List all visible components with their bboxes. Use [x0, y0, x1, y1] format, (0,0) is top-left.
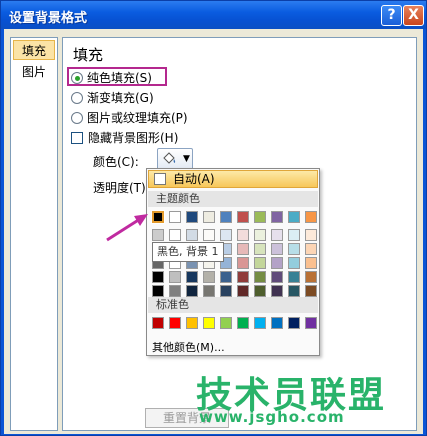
standard-color-swatch[interactable]: [271, 317, 283, 329]
standard-color-swatch[interactable]: [237, 317, 249, 329]
theme-shade-swatch[interactable]: [220, 271, 232, 283]
theme-color-swatch[interactable]: [305, 211, 317, 223]
theme-color-swatch[interactable]: [151, 210, 165, 224]
theme-shade-swatch[interactable]: [203, 229, 215, 241]
standard-color-swatch[interactable]: [186, 317, 198, 329]
solid-fill-label: 纯色填充(S): [87, 71, 152, 85]
auto-color-item[interactable]: 自动(A): [148, 170, 318, 188]
theme-shade-swatch[interactable]: [305, 257, 317, 269]
theme-color-swatch[interactable]: [288, 211, 300, 223]
theme-colors-header: 主题颜色: [148, 191, 318, 207]
nav-item-fill[interactable]: 填充: [13, 40, 55, 60]
auto-color-swatch: [154, 173, 166, 185]
theme-shade-swatch[interactable]: [186, 285, 198, 297]
theme-shade-swatch[interactable]: [169, 271, 181, 283]
theme-shade-swatch[interactable]: [254, 271, 266, 283]
radio-icon: [71, 112, 83, 124]
theme-shade-swatch[interactable]: [237, 229, 249, 241]
theme-color-swatch[interactable]: [220, 211, 232, 223]
theme-shade-swatch[interactable]: [152, 229, 164, 241]
theme-shade-swatch[interactable]: [305, 285, 317, 297]
theme-shade-swatch[interactable]: [254, 229, 266, 241]
title-bar[interactable]: 设置背景格式 ? X: [1, 1, 426, 29]
theme-shade-swatch[interactable]: [186, 271, 198, 283]
theme-color-swatch[interactable]: [271, 211, 283, 223]
theme-shade-swatch[interactable]: [288, 285, 300, 297]
standard-color-swatch[interactable]: [254, 317, 266, 329]
swatch-tooltip: 黑色, 背景 1: [152, 242, 224, 262]
hide-background-checkbox[interactable]: 隐藏背景图形(H): [71, 129, 178, 147]
dialog-title: 设置背景格式: [9, 11, 88, 26]
theme-shade-swatch[interactable]: [169, 285, 181, 297]
pointer-arrow-icon: [106, 214, 148, 242]
theme-shade-swatch[interactable]: [288, 257, 300, 269]
nav-item-picture[interactable]: 图片: [13, 62, 55, 82]
theme-shade-swatch[interactable]: [271, 285, 283, 297]
radio-selected-icon: [71, 72, 83, 84]
color-picker-button[interactable]: ▼: [157, 148, 193, 170]
watermark-url: www.jsgho.com: [199, 408, 345, 426]
solid-fill-radio[interactable]: 纯色填充(S): [71, 69, 152, 87]
color-label: 颜色(C):: [93, 155, 139, 169]
theme-shade-swatch[interactable]: [220, 285, 232, 297]
theme-shade-swatch[interactable]: [152, 271, 164, 283]
theme-shade-swatch[interactable]: [237, 271, 249, 283]
theme-shade-swatch[interactable]: [237, 257, 249, 269]
theme-shade-swatch[interactable]: [237, 285, 249, 297]
transparency-label: 透明度(T):: [93, 181, 150, 195]
auto-color-label: 自动(A): [173, 172, 215, 186]
theme-shade-swatch[interactable]: [288, 271, 300, 283]
theme-shade-swatch[interactable]: [254, 243, 266, 255]
theme-color-swatch[interactable]: [254, 211, 266, 223]
theme-shade-swatch[interactable]: [254, 257, 266, 269]
standard-colors-header: 标准色: [148, 297, 318, 313]
theme-shade-swatch[interactable]: [220, 229, 232, 241]
paint-bucket-icon: [163, 152, 176, 164]
standard-color-swatch[interactable]: [203, 317, 215, 329]
picture-fill-radio[interactable]: 图片或纹理填充(P): [71, 109, 188, 127]
theme-color-swatch[interactable]: [186, 211, 198, 223]
theme-shade-swatch[interactable]: [305, 243, 317, 255]
category-nav: 填充 图片: [10, 37, 58, 431]
gradient-fill-radio[interactable]: 渐变填充(G): [71, 89, 154, 107]
theme-shade-swatch[interactable]: [203, 285, 215, 297]
theme-shade-swatch[interactable]: [152, 285, 164, 297]
theme-shade-swatch[interactable]: [288, 243, 300, 255]
standard-color-swatch[interactable]: [288, 317, 300, 329]
standard-color-swatch[interactable]: [305, 317, 317, 329]
theme-shade-swatch[interactable]: [271, 229, 283, 241]
chevron-down-icon: ▼: [183, 154, 190, 164]
theme-shade-swatch[interactable]: [237, 243, 249, 255]
section-title: 填充: [73, 46, 104, 64]
more-colors-item[interactable]: 其他颜色(M)...: [152, 339, 225, 355]
theme-color-swatch[interactable]: [203, 211, 215, 223]
theme-shade-swatch[interactable]: [271, 271, 283, 283]
theme-shade-swatch[interactable]: [254, 285, 266, 297]
theme-shade-swatch[interactable]: [203, 271, 215, 283]
checkbox-icon: [71, 132, 83, 144]
color-dropdown: 自动(A) 主题颜色 标准色 其他颜色(M)...: [146, 168, 320, 356]
close-button[interactable]: X: [403, 5, 424, 26]
theme-shade-swatch[interactable]: [288, 229, 300, 241]
theme-shade-swatch[interactable]: [169, 229, 181, 241]
theme-shade-swatch[interactable]: [186, 229, 198, 241]
standard-color-swatch[interactable]: [169, 317, 181, 329]
radio-icon: [71, 92, 83, 104]
theme-shade-swatch[interactable]: [305, 271, 317, 283]
gradient-fill-label: 渐变填充(G): [87, 91, 154, 105]
help-button[interactable]: ?: [381, 5, 402, 26]
standard-color-swatch[interactable]: [220, 317, 232, 329]
theme-shade-swatch[interactable]: [271, 257, 283, 269]
theme-shade-swatch[interactable]: [305, 229, 317, 241]
theme-shade-swatch[interactable]: [271, 243, 283, 255]
standard-color-swatch[interactable]: [152, 317, 164, 329]
theme-color-swatch[interactable]: [237, 211, 249, 223]
hide-background-label: 隐藏背景图形(H): [88, 131, 179, 145]
picture-fill-label: 图片或纹理填充(P): [87, 111, 188, 125]
theme-color-swatch[interactable]: [169, 211, 181, 223]
